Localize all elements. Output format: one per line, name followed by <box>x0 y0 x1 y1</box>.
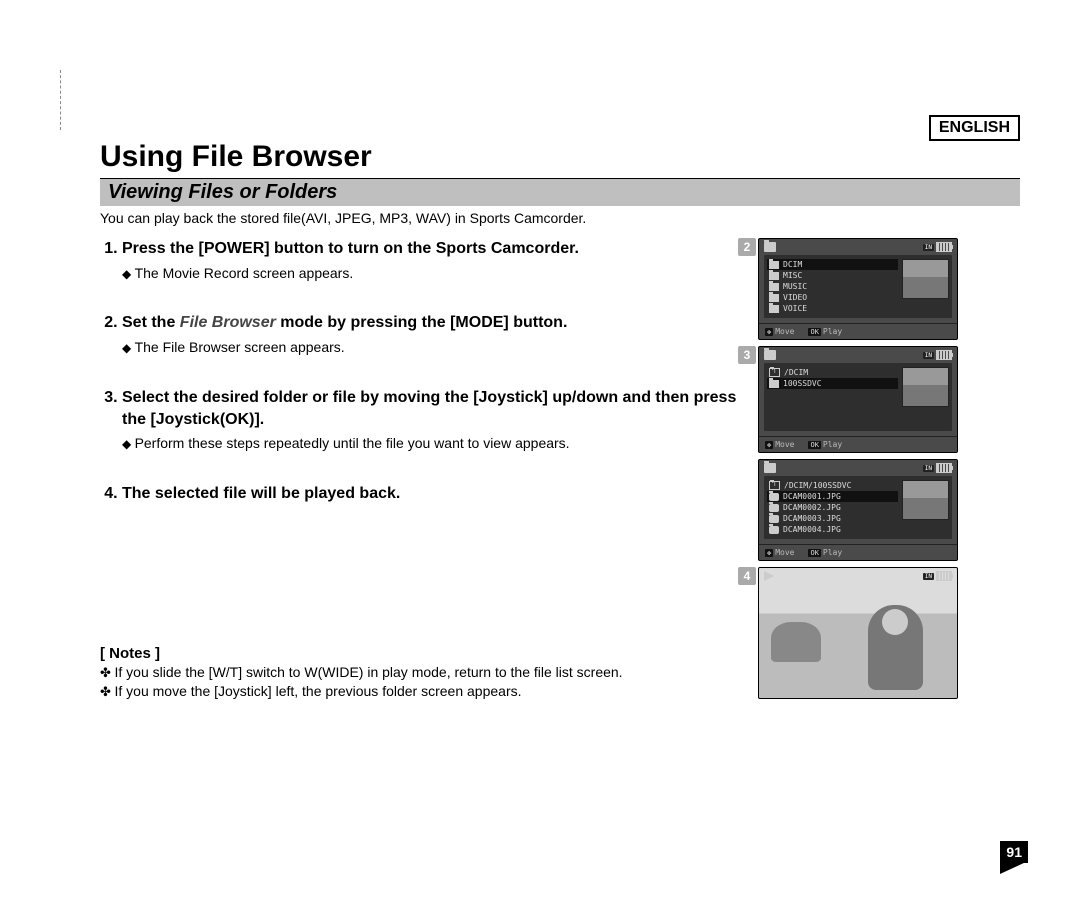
file-name: DCAM0001.JPG <box>783 492 841 501</box>
page-number: 91 <box>1000 841 1028 863</box>
folder-name: MISC <box>783 271 802 280</box>
up-folder: /DCIM <box>767 367 898 378</box>
step-sub: The Movie Record screen appears. <box>122 264 740 283</box>
battery-icon: IN <box>923 571 952 581</box>
list-item: DCAM0004.JPG <box>767 524 898 535</box>
list-item: MUSIC <box>767 281 898 292</box>
hint-play: OKPlay <box>808 548 842 557</box>
folder-icon <box>769 261 779 269</box>
tree-shape <box>771 622 821 662</box>
hint-play: OKPlay <box>808 327 842 336</box>
file-name: DCAM0004.JPG <box>783 525 841 534</box>
playback-image <box>759 568 957 698</box>
list-item: DCAM0001.JPG <box>767 491 898 502</box>
list-item: DCAM0003.JPG <box>767 513 898 524</box>
image-icon <box>769 504 779 512</box>
step-text: Set the <box>122 314 180 331</box>
page-number-badge: 91 <box>1000 841 1028 874</box>
margin-mark <box>60 70 63 130</box>
folder-icon <box>769 294 779 302</box>
file-name: DCAM0002.JPG <box>783 503 841 512</box>
screenshot-number: 4 <box>738 567 756 585</box>
play-icon <box>764 571 774 581</box>
image-icon <box>769 526 779 534</box>
screenshot-2: 2 IN DCIM MISC MUSIC VIDEO VOICE <box>758 238 958 340</box>
note-item: If you move the [Joystick] left, the pre… <box>100 683 740 700</box>
step-text: mode by pressing the [MODE] button. <box>276 314 568 331</box>
memory-label: IN <box>923 352 934 359</box>
list-item: VOICE <box>767 303 898 314</box>
screenshot-3: 3 IN /DCIM 100SSDVC ✥Move <box>758 346 958 453</box>
up-icon <box>769 368 780 377</box>
memory-label: IN <box>923 573 934 580</box>
screenshots-column: 2 IN DCIM MISC MUSIC VIDEO VOICE <box>758 238 958 702</box>
folder-icon <box>769 272 779 280</box>
language-badge: ENGLISH <box>929 115 1020 141</box>
notes-heading: [ Notes ] <box>100 645 740 662</box>
folder-icon <box>769 305 779 313</box>
step-text: The selected file will be played back. <box>122 485 400 502</box>
list-item: MISC <box>767 270 898 281</box>
image-icon <box>769 515 779 523</box>
thumbnail <box>902 367 949 407</box>
step-4: The selected file will be played back. <box>122 483 740 505</box>
section-heading: Viewing Files or Folders <box>100 178 1020 206</box>
steps-column: Press the [POWER] button to turn on the … <box>100 238 740 702</box>
thumbnail <box>902 480 949 520</box>
step-sub: Perform these steps repeatedly until the… <box>122 434 740 453</box>
screenshot-number: 3 <box>738 346 756 364</box>
step-1: Press the [POWER] button to turn on the … <box>122 238 740 282</box>
list-item: 100SSDVC <box>767 378 898 389</box>
hint-move: ✥Move <box>765 327 794 336</box>
folder-icon <box>764 350 776 360</box>
image-icon <box>769 493 779 501</box>
folder-icon <box>769 380 779 388</box>
manual-page: ENGLISH Using File Browser Viewing Files… <box>0 0 1080 906</box>
list-item: DCAM0002.JPG <box>767 502 898 513</box>
folder-name: VOICE <box>783 304 807 313</box>
screenshot-3b: IN /DCIM/100SSDVC DCAM0001.JPG DCAM0002.… <box>758 459 958 561</box>
child-shape <box>868 605 923 690</box>
intro-text: You can play back the stored file(AVI, J… <box>100 210 1020 226</box>
hint-move: ✥Move <box>765 548 794 557</box>
folder-icon <box>769 283 779 291</box>
step-sub: The File Browser screen appears. <box>122 338 740 357</box>
step-em: File Browser <box>180 314 276 331</box>
folder-icon <box>764 242 776 252</box>
thumbnail <box>902 259 949 299</box>
folder-name: DCIM <box>783 260 802 269</box>
battery-icon: IN <box>923 463 952 473</box>
file-name: DCAM0003.JPG <box>783 514 841 523</box>
folder-name: 100SSDVC <box>783 379 822 388</box>
screenshot-4: 4 IN <box>758 567 958 699</box>
folder-name: MUSIC <box>783 282 807 291</box>
hint-play: OKPlay <box>808 440 842 449</box>
note-item: If you slide the [W/T] switch to W(WIDE)… <box>100 664 740 681</box>
page-title: Using File Browser <box>100 140 1020 174</box>
page-number-decoration <box>1000 862 1026 874</box>
memory-label: IN <box>923 244 934 251</box>
up-folder: /DCIM/100SSDVC <box>767 480 898 491</box>
up-icon <box>769 481 780 490</box>
step-2: Set the File Browser mode by pressing th… <box>122 312 740 356</box>
path-label: /DCIM/100SSDVC <box>784 481 851 490</box>
hint-move: ✥Move <box>765 440 794 449</box>
step-3: Select the desired folder or file by mov… <box>122 387 740 453</box>
memory-label: IN <box>923 465 934 472</box>
battery-icon: IN <box>923 350 952 360</box>
notes-section: [ Notes ] If you slide the [W/T] switch … <box>100 645 740 700</box>
folder-name: VIDEO <box>783 293 807 302</box>
folder-icon <box>764 463 776 473</box>
list-item: VIDEO <box>767 292 898 303</box>
step-text: Press the [POWER] button to turn on the … <box>122 240 579 257</box>
screenshot-number: 2 <box>738 238 756 256</box>
list-item: DCIM <box>767 259 898 270</box>
step-text: Select the desired folder or file by mov… <box>122 389 736 428</box>
battery-icon: IN <box>923 242 952 252</box>
path-label: /DCIM <box>784 368 808 377</box>
section-heading-text: Viewing Files or Folders <box>108 181 337 203</box>
